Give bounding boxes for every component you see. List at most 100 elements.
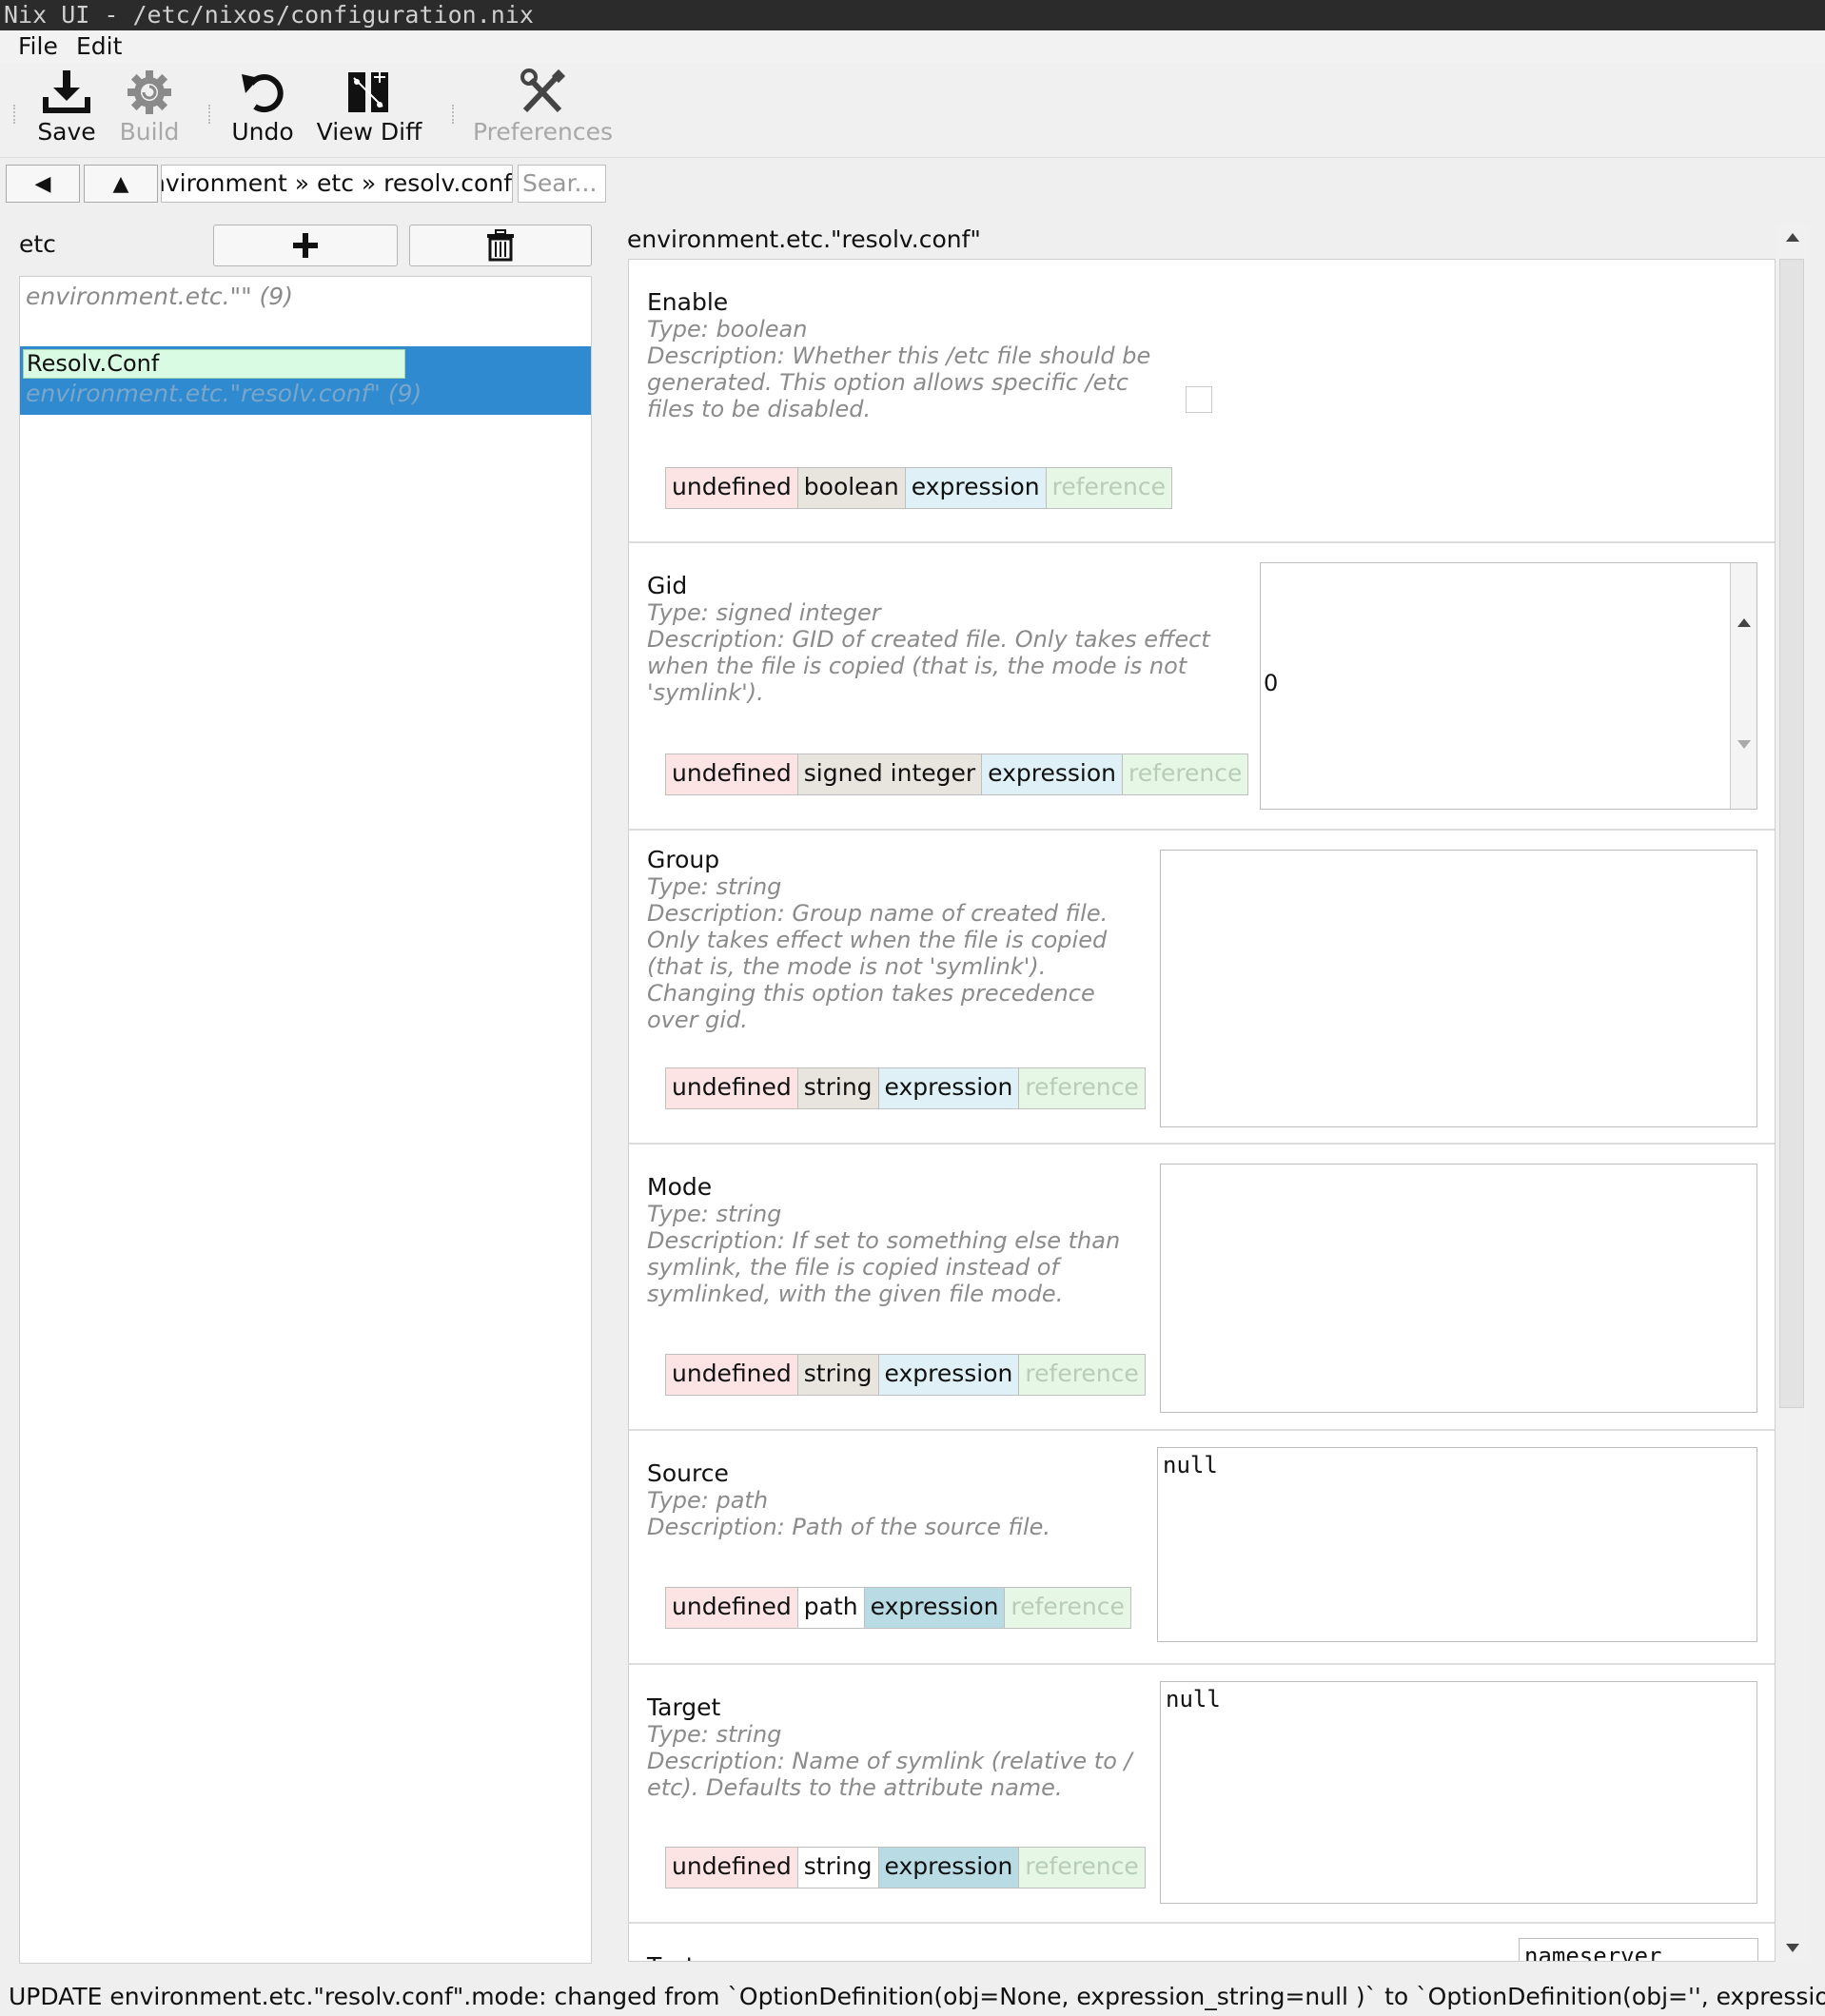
mode-type[interactable]: string [796, 1067, 879, 1109]
mode-expression[interactable]: expression [877, 1067, 1020, 1109]
save-button[interactable]: Save [36, 69, 97, 146]
description-line: Description: Path of the source file. [647, 1514, 1051, 1540]
option-description: Description: If set to something else th… [647, 1227, 1120, 1307]
scroll-down-icon[interactable] [1786, 1944, 1799, 1952]
option-description: Description: Path of the source file. [647, 1514, 1050, 1540]
spin-up-icon[interactable] [1737, 618, 1751, 627]
mode-reference[interactable]: reference [1045, 467, 1172, 509]
source-expression-editor[interactable]: null [1157, 1447, 1757, 1642]
build-button[interactable]: Build [116, 69, 183, 146]
delete-button[interactable] [409, 225, 592, 266]
trash-icon [487, 229, 514, 262]
mode-undefined[interactable]: undefined [665, 1587, 798, 1629]
description-line: generated. This option allows specific /… [647, 369, 1129, 396]
breadcrumb-text: environment » etc » resolv.conf [161, 169, 512, 197]
value-mode-selector: undefined string expression reference [665, 1847, 1146, 1889]
mode-expression[interactable]: expression [981, 754, 1124, 795]
mode-expression[interactable]: expression [863, 1587, 1006, 1629]
value-mode-selector: undefined string expression reference [665, 1067, 1146, 1109]
option-type: Type: signed integer [647, 599, 881, 626]
description-line: etc). Defaults to the attribute name. [647, 1774, 1063, 1801]
description-line: over gid. [647, 1007, 748, 1033]
mode-type[interactable]: string [796, 1847, 879, 1889]
undo-button[interactable]: Undo [228, 69, 297, 146]
mode-undefined[interactable]: undefined [665, 467, 798, 509]
description-line: Description: Whether this /etc file shou… [647, 343, 1151, 369]
spin-down-icon[interactable] [1737, 740, 1751, 749]
option-type: Type: string [647, 1721, 782, 1748]
list-item-selected[interactable]: Resolv.Conf environment.etc."resolv.conf… [20, 346, 591, 415]
mode-expression[interactable]: expression [904, 467, 1047, 509]
list-item[interactable]: environment.etc."" (9) [26, 283, 293, 310]
description-line: Description: Group name of created file. [647, 900, 1109, 927]
gid-value: 0 [1264, 670, 1279, 696]
mode-reference[interactable]: reference [1018, 1354, 1146, 1396]
description-line: symlink, the file is copied instead of [647, 1254, 1059, 1281]
option-name: Target [647, 1693, 721, 1721]
menu-file[interactable]: File [18, 32, 58, 60]
description-line: Changing this option takes precedence [647, 980, 1095, 1007]
description-line: files to be disabled. [647, 396, 872, 422]
mode-reference[interactable]: reference [1004, 1587, 1131, 1629]
preferences-button[interactable]: Preferences [473, 69, 614, 146]
option-type: Type: string [647, 873, 782, 900]
option-mode: Mode Type: string Description: If set to… [629, 1145, 1775, 1431]
mode-type[interactable]: path [796, 1587, 865, 1629]
description-line: symlinked, with the given file mode. [647, 1281, 1064, 1307]
window-title: Nix UI - /etc/nixos/configuration.nix [0, 0, 1825, 30]
mode-undefined[interactable]: undefined [665, 1354, 798, 1396]
description-line: Only takes effect when the file is copie… [647, 927, 1108, 953]
breadcrumb: environment » etc » resolv.conf [161, 165, 513, 203]
mode-undefined[interactable]: undefined [665, 754, 798, 795]
option-type: Type: boolean [647, 316, 808, 343]
option-name: Source [647, 1459, 729, 1487]
left-pane-title: etc [19, 230, 56, 258]
enable-checkbox[interactable] [1186, 386, 1212, 413]
mode-type[interactable]: signed integer [796, 754, 983, 795]
search-input[interactable]: Sear... [518, 165, 606, 203]
option-description: Description: Group name of created file.… [647, 900, 1108, 1033]
mode-expression[interactable]: expression [877, 1847, 1020, 1889]
description-line: Description: Name of symlink (relative t… [647, 1748, 1132, 1774]
mode-reference[interactable]: reference [1018, 1067, 1146, 1109]
undo-label: Undo [231, 118, 294, 146]
group-text-field[interactable] [1160, 850, 1757, 1127]
build-label: Build [119, 118, 180, 146]
option-description: Description: GID of created file. Only t… [647, 626, 1210, 706]
mode-type[interactable]: boolean [796, 467, 906, 509]
option-type: Type: path [647, 1487, 769, 1514]
value-mode-selector: undefined path expression reference [665, 1587, 1131, 1629]
gid-spinbox[interactable]: 0 [1260, 562, 1757, 810]
menu-edit[interactable]: Edit [76, 32, 122, 60]
option-list[interactable]: environment.etc."" (9) Resolv.Conf envir… [19, 276, 592, 1964]
mode-reference[interactable]: reference [1122, 754, 1249, 795]
up-button[interactable]: ▲ [84, 165, 158, 203]
description-line: 'symlink'). [647, 679, 764, 706]
mode-undefined[interactable]: undefined [665, 1847, 798, 1889]
back-button[interactable]: ◀ [6, 165, 80, 203]
mode-expression[interactable]: expression [877, 1354, 1020, 1396]
scrollbar-thumb[interactable] [1779, 259, 1804, 1408]
text-editor[interactable]: nameserver [1519, 1938, 1758, 1961]
plus-icon [293, 233, 318, 258]
option-name: Gid [647, 572, 688, 599]
mode-reference[interactable]: reference [1018, 1847, 1146, 1889]
view-diff-label: View Diff [316, 118, 422, 146]
rename-field[interactable]: Resolv.Conf [23, 349, 405, 379]
toolbar-grip [13, 105, 16, 124]
view-diff-button[interactable]: View Diff [316, 69, 422, 146]
scroll-up-icon[interactable] [1786, 233, 1799, 242]
diff-icon [348, 71, 388, 112]
mode-text-field[interactable] [1160, 1164, 1757, 1413]
spin-buttons [1730, 563, 1756, 809]
add-button[interactable] [213, 225, 398, 266]
option-name: Group [647, 846, 720, 873]
mode-type[interactable]: string [796, 1354, 879, 1396]
gear-icon [128, 70, 171, 114]
option-enable: Enable Type: boolean Description: Whethe… [629, 260, 1775, 543]
mode-undefined[interactable]: undefined [665, 1067, 798, 1109]
target-expression-editor[interactable]: null [1160, 1681, 1757, 1904]
preferences-label: Preferences [473, 118, 614, 146]
menu-bar: File Edit [0, 30, 1825, 63]
list-item-path: environment.etc."resolv.conf" (9) [26, 380, 422, 407]
